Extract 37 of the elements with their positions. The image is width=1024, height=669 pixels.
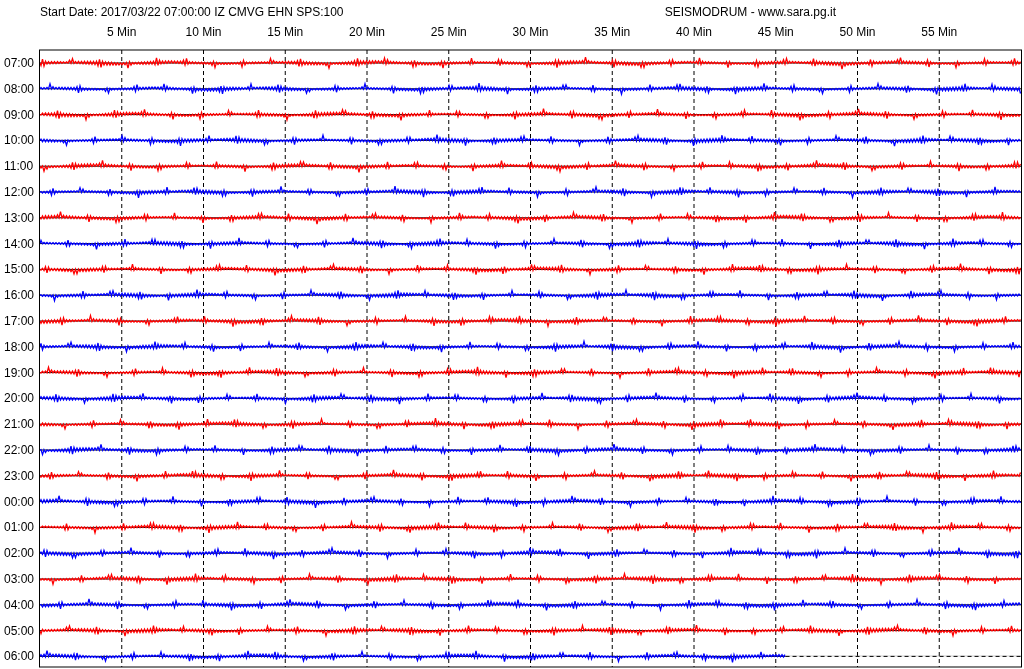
hour-label: 11:00 xyxy=(4,159,34,174)
minute-label: 10 Min xyxy=(185,25,222,39)
minute-label: 45 Min xyxy=(757,25,794,39)
minute-label: 5 Min xyxy=(107,25,137,39)
minute-label: 25 Min xyxy=(430,25,467,39)
hour-label: 17:00 xyxy=(4,314,35,328)
minute-label: 30 Min xyxy=(512,25,549,39)
hour-label: 09:00 xyxy=(4,107,35,122)
minute-label: 40 Min xyxy=(676,25,712,39)
minute-label: 35 Min xyxy=(594,25,631,39)
hour-label: 21:00 xyxy=(4,417,35,432)
hour-label: 05:00 xyxy=(4,623,35,638)
hour-label: 18:00 xyxy=(4,339,35,354)
hour-label: 00:00 xyxy=(4,494,35,509)
hour-label: 01:00 xyxy=(4,520,35,535)
hour-label: 04:00 xyxy=(4,597,35,612)
hour-label: 20:00 xyxy=(4,391,35,406)
hour-label: 06:00 xyxy=(4,649,35,664)
hour-label: 02:00 xyxy=(4,546,35,561)
hour-label: 10:00 xyxy=(4,133,35,148)
source-label: SEISMODRUM - www.sara.pg.it xyxy=(664,4,836,21)
hour-label: 19:00 xyxy=(4,365,35,380)
minute-label: 50 Min xyxy=(839,25,876,39)
hour-label: 15:00 xyxy=(4,262,35,277)
start-date-title: Start Date: 2017/03/22 07:00:00 IZ CMVG EHN SPS:100 xyxy=(40,4,344,21)
hour-label: 08:00 xyxy=(4,81,35,96)
hour-label: 22:00 xyxy=(4,443,35,457)
minute-label: 15 Min xyxy=(267,25,304,39)
minute-label: 20 Min xyxy=(349,25,385,39)
minute-label: 55 Min xyxy=(921,25,958,39)
hour-label: 03:00 xyxy=(4,572,35,586)
hour-label: 07:00 xyxy=(4,56,35,70)
hour-label: 12:00 xyxy=(4,185,35,199)
hour-label: 16:00 xyxy=(4,288,35,303)
hour-label: 13:00 xyxy=(4,210,35,225)
hour-label: 14:00 xyxy=(4,236,35,251)
hour-label: 23:00 xyxy=(4,468,35,483)
